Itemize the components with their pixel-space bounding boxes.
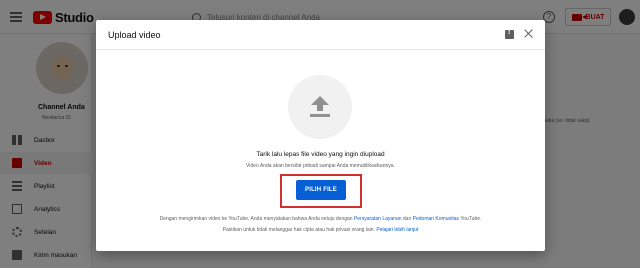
terms-mid: dan <box>402 216 412 222</box>
terms-notice: Dengan mengirimkan video ke YouTube, And… <box>96 216 545 222</box>
upload-drop-zone[interactable] <box>288 75 352 139</box>
drag-drop-instruction: Tarik lalu lepas file video yang ingin d… <box>256 151 385 158</box>
terms-prefix: Dengan mengirimkan video ke YouTube, And… <box>159 216 353 222</box>
upload-arrow-icon <box>311 96 329 105</box>
dialog-title: Upload video <box>108 30 161 40</box>
copyright-prefix: Pastikan untuk tidak melanggar hak cipta… <box>222 227 375 233</box>
terms-of-service-link[interactable]: Persyaratan Layanan <box>354 216 402 222</box>
learn-more-link[interactable]: Pelajari lebih lanjut <box>376 227 418 233</box>
close-icon[interactable] <box>523 28 534 39</box>
privacy-note: Video Anda akan bersifat pribadi sampai … <box>246 163 395 169</box>
community-guidelines-link[interactable]: Pedoman Komunitas <box>413 216 459 222</box>
upload-dialog: Upload video Tarik lalu lepas file video… <box>96 20 545 251</box>
upload-arrow-stem <box>317 105 323 111</box>
terms-suffix: YouTube. <box>460 216 482 222</box>
upload-arrow-base <box>310 114 330 117</box>
send-feedback-icon[interactable] <box>505 29 514 39</box>
copyright-notice: Pastikan untuk tidak melanggar hak cipta… <box>96 227 545 233</box>
select-files-button[interactable]: PILIH FILE <box>296 180 346 200</box>
dialog-header: Upload video <box>96 20 545 50</box>
